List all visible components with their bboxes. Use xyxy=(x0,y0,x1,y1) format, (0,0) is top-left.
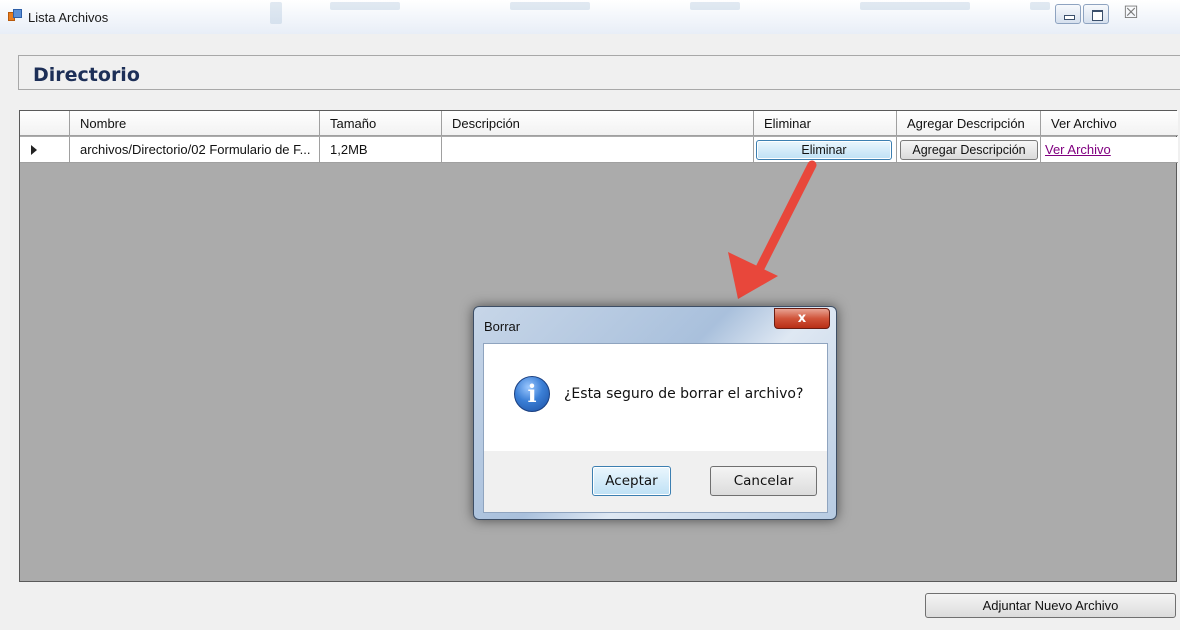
aceptar-button[interactable]: Aceptar xyxy=(592,466,671,496)
header-panel: Directorio xyxy=(18,55,1180,90)
grid-header-row: Nombre Tamaño Descripción Eliminar Agreg… xyxy=(20,111,1178,136)
cell-descripcion[interactable] xyxy=(442,137,754,163)
dialog-footer: Aceptar Cancelar xyxy=(483,451,828,513)
row-header-corner xyxy=(20,111,70,136)
dialog-message: ¿Esta seguro de borrar el archivo? xyxy=(564,386,804,402)
confirm-dialog: Borrar x i ¿Esta seguro de borrar el arc… xyxy=(473,306,837,520)
maximize-button[interactable] xyxy=(1083,4,1109,24)
main-window: Lista Archivos ☒ Directorio Nombre Tamañ… xyxy=(0,0,1180,630)
cell-ver-archivo: Ver Archivo xyxy=(1041,137,1178,163)
window-title: Lista Archivos xyxy=(28,10,109,25)
column-header-eliminar[interactable]: Eliminar xyxy=(754,111,897,136)
cell-tamano[interactable]: 1,2MB xyxy=(320,137,442,163)
row-pointer-icon xyxy=(31,145,37,155)
app-icon xyxy=(8,9,22,23)
column-header-agregar-descripcion[interactable]: Agregar Descripción xyxy=(897,111,1041,136)
cell-agregar-descripcion: Agregar Descripción xyxy=(897,137,1041,163)
row-selector[interactable] xyxy=(20,137,70,163)
dialog-body: i ¿Esta seguro de borrar el archivo? xyxy=(483,343,828,451)
cell-eliminar: Eliminar xyxy=(754,137,897,163)
adjuntar-nuevo-archivo-button[interactable]: Adjuntar Nuevo Archivo xyxy=(925,593,1176,618)
cell-nombre[interactable]: archivos/Directorio/02 Formulario de F..… xyxy=(70,137,320,163)
cancelar-button[interactable]: Cancelar xyxy=(710,466,817,496)
agregar-descripcion-button[interactable]: Agregar Descripción xyxy=(900,139,1038,160)
table-row[interactable]: archivos/Directorio/02 Formulario de F..… xyxy=(20,137,1178,163)
column-header-descripcion[interactable]: Descripción xyxy=(442,111,754,136)
page-title: Directorio xyxy=(33,64,140,86)
column-header-tamano[interactable]: Tamaño xyxy=(320,111,442,136)
column-header-ver-archivo[interactable]: Ver Archivo xyxy=(1041,111,1178,136)
minimize-button[interactable] xyxy=(1055,4,1081,24)
eliminar-button[interactable]: Eliminar xyxy=(756,139,892,160)
info-icon: i xyxy=(514,376,550,412)
title-bar: Lista Archivos ☒ xyxy=(0,0,1180,34)
column-header-nombre[interactable]: Nombre xyxy=(70,111,320,136)
window-close-button[interactable]: ☒ xyxy=(1118,2,1144,24)
ver-archivo-link[interactable]: Ver Archivo xyxy=(1045,142,1111,157)
dialog-title: Borrar xyxy=(484,319,521,334)
dialog-close-button[interactable]: x xyxy=(774,308,830,329)
